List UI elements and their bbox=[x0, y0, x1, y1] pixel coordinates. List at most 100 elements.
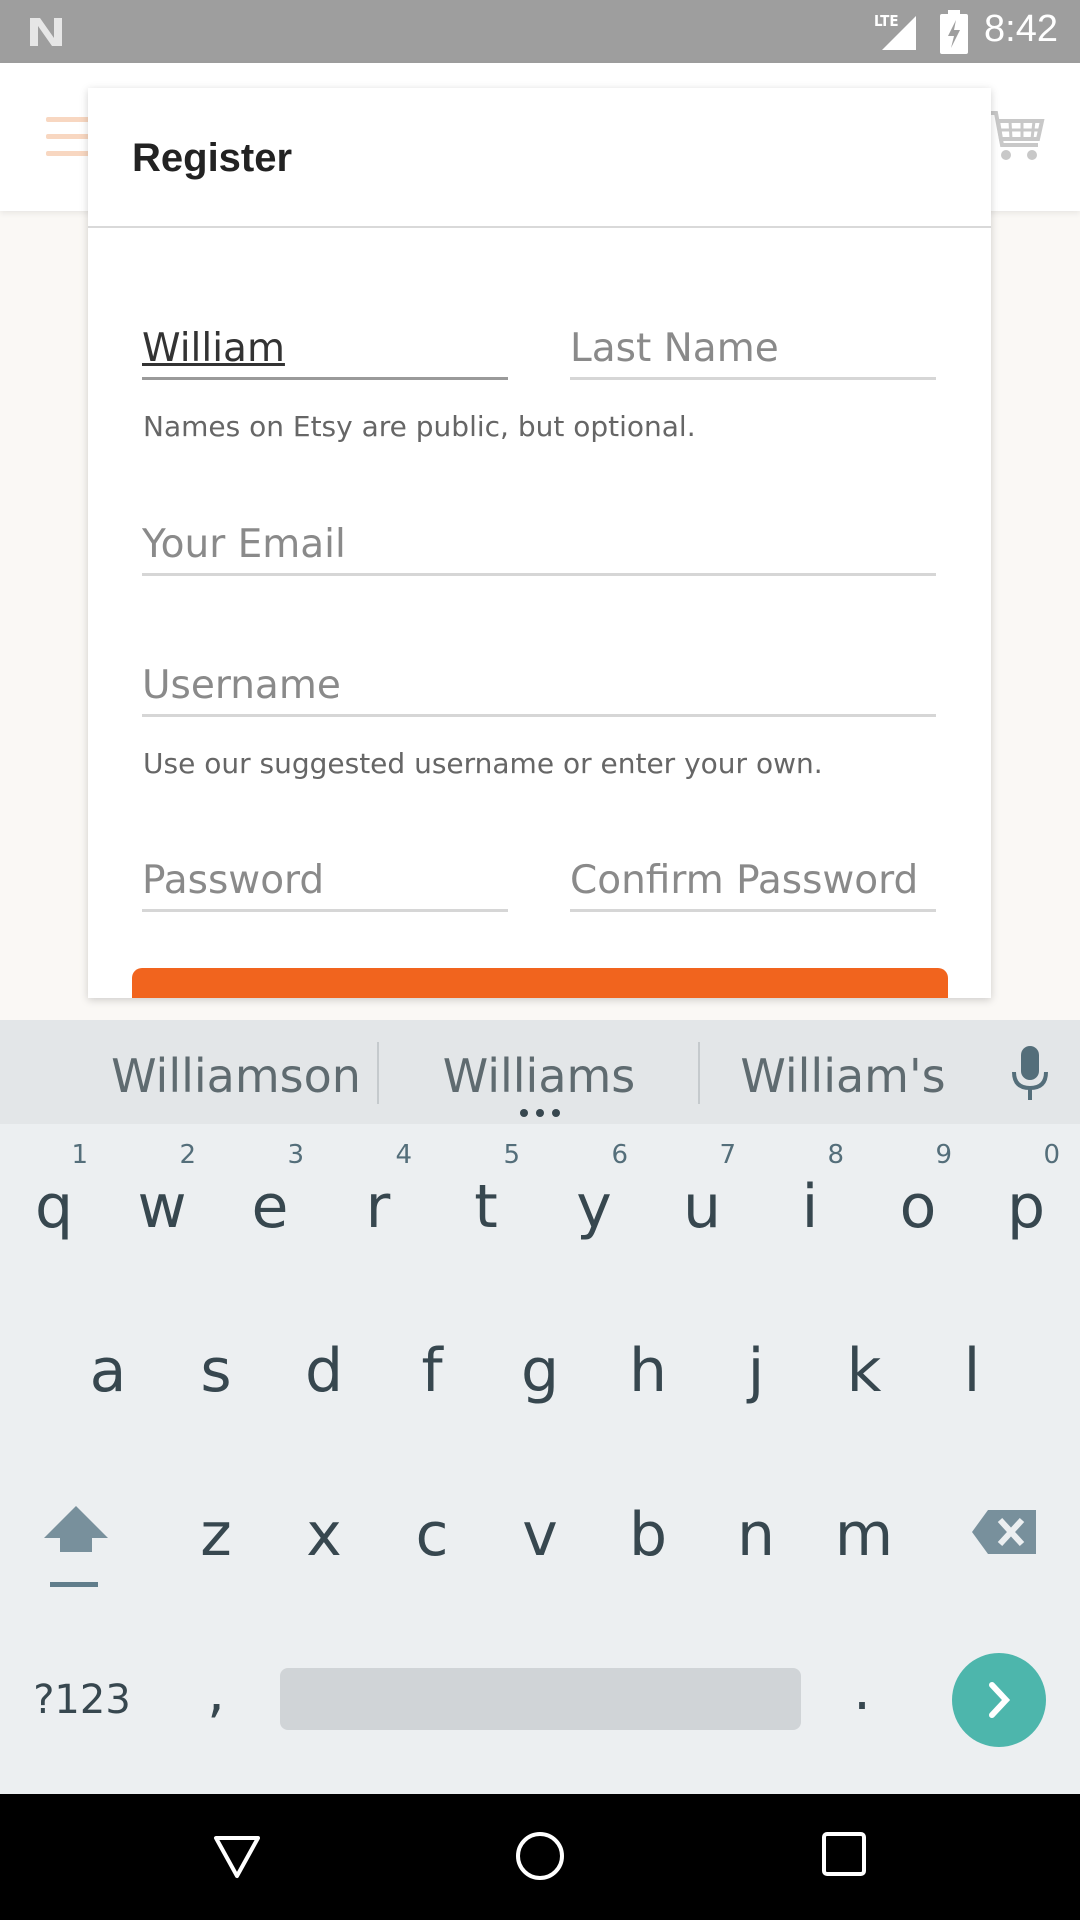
space-key[interactable] bbox=[280, 1668, 801, 1730]
suggestion-divider bbox=[698, 1042, 700, 1104]
first-name-field[interactable] bbox=[142, 320, 508, 380]
key-digit: 0 bbox=[1043, 1140, 1060, 1170]
key-digit: 3 bbox=[287, 1140, 304, 1170]
names-hint: Names on Etsy are public, but optional. bbox=[143, 410, 696, 443]
back-icon[interactable] bbox=[212, 1832, 262, 1882]
microphone-icon[interactable] bbox=[1010, 1046, 1050, 1102]
key-letter: b bbox=[628, 1500, 668, 1570]
key-letter: y bbox=[576, 1172, 612, 1242]
email-field[interactable] bbox=[142, 516, 936, 576]
key-letter: v bbox=[522, 1500, 558, 1570]
key-letter: x bbox=[306, 1500, 342, 1570]
more-suggestions-icon[interactable] bbox=[518, 1108, 562, 1118]
home-icon[interactable] bbox=[514, 1830, 566, 1882]
key-letter: j bbox=[747, 1336, 765, 1406]
key-digit: 4 bbox=[395, 1140, 412, 1170]
key-u[interactable]: u7 bbox=[648, 1136, 756, 1266]
key-b[interactable]: b bbox=[594, 1464, 702, 1594]
key-i[interactable]: i8 bbox=[756, 1136, 864, 1266]
username-input[interactable] bbox=[142, 657, 936, 714]
key-n[interactable]: n bbox=[702, 1464, 810, 1594]
suggestion-bar: Williamson Williams William's bbox=[0, 1020, 1080, 1124]
key-letter: u bbox=[682, 1172, 722, 1242]
register-button[interactable] bbox=[132, 968, 948, 998]
key-k[interactable]: k bbox=[810, 1300, 918, 1430]
key-j[interactable]: j bbox=[702, 1300, 810, 1430]
key-letter: g bbox=[520, 1336, 560, 1406]
key-letter: n bbox=[736, 1500, 776, 1570]
dialog-title: Register bbox=[132, 136, 293, 180]
key-q[interactable]: q1 bbox=[0, 1136, 108, 1266]
dialog-header: Register bbox=[88, 88, 991, 228]
key-letter: a bbox=[89, 1336, 127, 1406]
username-field[interactable] bbox=[142, 657, 936, 717]
key-t[interactable]: t5 bbox=[432, 1136, 540, 1266]
menu-icon[interactable] bbox=[46, 117, 90, 157]
key-letter: h bbox=[628, 1336, 668, 1406]
key-letter: t bbox=[474, 1172, 498, 1242]
key-m[interactable]: m bbox=[810, 1464, 918, 1594]
confirm-password-field[interactable] bbox=[570, 852, 936, 912]
key-x[interactable]: x bbox=[270, 1464, 378, 1594]
recent-apps-icon[interactable] bbox=[820, 1830, 868, 1878]
username-hint: Use our suggested username or enter your… bbox=[143, 747, 823, 780]
key-digit: 7 bbox=[719, 1140, 736, 1170]
shift-key-icon[interactable] bbox=[36, 1500, 116, 1600]
key-letter: p bbox=[1006, 1172, 1046, 1242]
backspace-icon[interactable] bbox=[970, 1508, 1038, 1556]
last-name-field[interactable] bbox=[570, 320, 936, 380]
key-r[interactable]: r4 bbox=[324, 1136, 432, 1266]
next-key[interactable] bbox=[952, 1653, 1046, 1747]
key-letter: i bbox=[801, 1172, 819, 1242]
period-key[interactable]: . bbox=[842, 1658, 882, 1728]
last-name-input[interactable] bbox=[570, 320, 936, 377]
clock: 8:42 bbox=[984, 8, 1058, 50]
key-digit: 9 bbox=[935, 1140, 952, 1170]
key-d[interactable]: d bbox=[270, 1300, 378, 1430]
key-letter: s bbox=[200, 1336, 232, 1406]
key-digit: 1 bbox=[71, 1140, 88, 1170]
comma-key[interactable]: , bbox=[196, 1660, 236, 1730]
key-digit: 6 bbox=[611, 1140, 628, 1170]
symbols-key[interactable]: ?123 bbox=[22, 1670, 142, 1730]
key-g[interactable]: g bbox=[486, 1300, 594, 1430]
key-e[interactable]: e3 bbox=[216, 1136, 324, 1266]
key-letter: c bbox=[415, 1500, 449, 1570]
suggestion-right[interactable]: William's bbox=[720, 1020, 966, 1124]
key-letter: d bbox=[304, 1336, 344, 1406]
email-input[interactable] bbox=[142, 516, 936, 573]
password-field[interactable] bbox=[142, 852, 508, 912]
key-letter: w bbox=[137, 1172, 187, 1242]
key-z[interactable]: z bbox=[162, 1464, 270, 1594]
key-digit: 2 bbox=[179, 1140, 196, 1170]
key-o[interactable]: o9 bbox=[864, 1136, 972, 1266]
cart-icon[interactable] bbox=[984, 103, 1048, 167]
key-letter: m bbox=[834, 1500, 894, 1570]
signal-icon bbox=[882, 16, 916, 50]
key-digit: 8 bbox=[827, 1140, 844, 1170]
confirm-password-input[interactable] bbox=[570, 852, 936, 909]
key-v[interactable]: v bbox=[486, 1464, 594, 1594]
suggestion-left[interactable]: Williamson bbox=[100, 1020, 372, 1124]
key-p[interactable]: p0 bbox=[972, 1136, 1080, 1266]
key-letter: k bbox=[846, 1336, 882, 1406]
key-letter: o bbox=[899, 1172, 937, 1242]
key-letter: z bbox=[200, 1500, 232, 1570]
key-s[interactable]: s bbox=[162, 1300, 270, 1430]
key-h[interactable]: h bbox=[594, 1300, 702, 1430]
key-letter: e bbox=[251, 1172, 289, 1242]
first-name-input[interactable] bbox=[142, 320, 508, 377]
battery-charging-icon bbox=[940, 10, 968, 54]
key-f[interactable]: f bbox=[378, 1300, 486, 1430]
chevron-right-icon bbox=[989, 1682, 1011, 1718]
key-l[interactable]: l bbox=[918, 1300, 1026, 1430]
key-c[interactable]: c bbox=[378, 1464, 486, 1594]
key-y[interactable]: y6 bbox=[540, 1136, 648, 1266]
key-digit: 5 bbox=[503, 1140, 520, 1170]
password-input[interactable] bbox=[142, 852, 508, 909]
key-w[interactable]: w2 bbox=[108, 1136, 216, 1266]
status-bar: LTE 8:42 bbox=[0, 0, 1080, 63]
key-letter: l bbox=[963, 1336, 981, 1406]
key-a[interactable]: a bbox=[54, 1300, 162, 1430]
key-letter: f bbox=[421, 1336, 443, 1406]
